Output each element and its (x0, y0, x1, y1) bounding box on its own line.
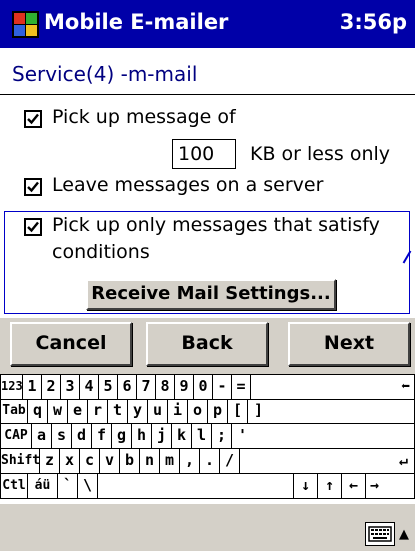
key[interactable]: ' (232, 424, 415, 449)
key[interactable]: z (40, 449, 60, 474)
soft-keyboard: 123 1 2 3 4 5 6 7 8 9 0 - = ⬅ Tab q w e … (0, 374, 415, 504)
key[interactable]: ] (248, 399, 415, 424)
key[interactable]: 8 (156, 375, 175, 400)
key[interactable]: e (68, 399, 88, 424)
clock[interactable]: 3:56p (340, 10, 407, 34)
key[interactable]: l (192, 424, 212, 449)
key[interactable]: 0 (194, 375, 213, 400)
left-arrow-key[interactable]: ← (342, 474, 366, 499)
key[interactable]: o (188, 399, 208, 424)
key[interactable]: n (140, 449, 160, 474)
key[interactable]: j (152, 424, 172, 449)
key[interactable]: c (80, 449, 100, 474)
header-divider (0, 94, 415, 95)
key[interactable]: r (88, 399, 108, 424)
key[interactable]: . (200, 449, 220, 474)
key-caps[interactable]: CAP (0, 424, 32, 449)
conditions-label-line2[interactable]: conditions (52, 241, 150, 263)
key[interactable]: k (172, 424, 192, 449)
keyboard-row-4: Shift z x c v b n m , . / ↵ (0, 449, 415, 475)
key[interactable]: s (52, 424, 72, 449)
key[interactable]: f (92, 424, 112, 449)
key[interactable]: q (28, 399, 48, 424)
pickup-size-suffix: KB or less only (250, 143, 391, 165)
key[interactable]: v (100, 449, 120, 474)
key[interactable]: 4 (80, 375, 99, 400)
key[interactable]: h (132, 424, 152, 449)
pickup-size-label[interactable]: Pick up message of (52, 106, 236, 128)
key[interactable]: 5 (99, 375, 118, 400)
key[interactable]: 9 (175, 375, 194, 400)
key[interactable]: d (72, 424, 92, 449)
key[interactable]: w (48, 399, 68, 424)
backspace-key[interactable]: ⬅ (251, 375, 415, 400)
leave-on-server-checkbox[interactable] (24, 178, 42, 196)
key[interactable]: 7 (137, 375, 156, 400)
key[interactable]: u (148, 399, 168, 424)
conditions-label-line1[interactable]: Pick up only messages that satisfy (52, 214, 380, 236)
key-shift[interactable]: Shift (0, 449, 40, 474)
keyboard-icon[interactable] (365, 522, 395, 546)
key[interactable]: i (168, 399, 188, 424)
key[interactable]: ` (58, 474, 78, 499)
cancel-button[interactable]: Cancel (10, 322, 132, 366)
key[interactable]: x (60, 449, 80, 474)
key[interactable]: g (112, 424, 132, 449)
back-button[interactable]: Back (146, 322, 268, 366)
key[interactable]: \ (78, 474, 98, 499)
key[interactable]: 6 (118, 375, 137, 400)
key-tab[interactable]: Tab (0, 399, 28, 424)
key[interactable]: / (220, 449, 240, 474)
checkmark-icon (27, 221, 39, 233)
key[interactable]: = (232, 375, 251, 400)
conditions-checkbox[interactable] (24, 218, 42, 236)
receive-mail-settings-button[interactable]: Receive Mail Settings... (86, 279, 336, 310)
key[interactable]: m (160, 449, 180, 474)
key[interactable]: [ (228, 399, 248, 424)
enter-key[interactable]: ↵ (240, 449, 415, 474)
up-arrow-icon[interactable]: ▲ (399, 527, 409, 542)
next-button[interactable]: Next (288, 322, 410, 366)
key-intl[interactable]: áü (28, 474, 58, 499)
leave-on-server-label[interactable]: Leave messages on a server (52, 174, 323, 196)
keyboard-row-1: 123 1 2 3 4 5 6 7 8 9 0 - = ⬅ (0, 374, 415, 401)
title-bar: Mobile E-mailer 3:56p (0, 0, 415, 48)
key[interactable]: a (32, 424, 52, 449)
key[interactable]: , (180, 449, 200, 474)
key-123[interactable]: 123 (0, 375, 23, 400)
focus-marker (402, 250, 412, 264)
right-arrow-key[interactable]: → (366, 474, 415, 499)
keyboard-row-3: CAP a s d f g h j k l ; ' (0, 424, 415, 450)
pickup-size-input[interactable]: 100 (172, 139, 236, 169)
key[interactable]: y (128, 399, 148, 424)
keyboard-row-2: Tab q w e r t y u i o p [ ] (0, 399, 415, 425)
spacebar-key[interactable] (98, 474, 294, 499)
pickup-size-checkbox[interactable] (24, 110, 42, 128)
key[interactable]: p (208, 399, 228, 424)
windows-flag-icon[interactable] (12, 11, 39, 38)
key-ctrl[interactable]: Ctl (0, 474, 28, 499)
key[interactable]: t (108, 399, 128, 424)
keyboard-row-5: Ctl áü ` \ ↓ ↑ ← → (0, 474, 415, 500)
key[interactable]: 2 (42, 375, 61, 400)
app-title: Mobile E-mailer (44, 10, 229, 34)
checkmark-icon (27, 181, 39, 193)
key[interactable]: ; (212, 424, 232, 449)
up-arrow-key[interactable]: ↑ (318, 474, 342, 499)
page-title: Service(4) -m-mail (12, 62, 198, 86)
key[interactable]: b (120, 449, 140, 474)
key[interactable]: - (213, 375, 232, 400)
down-arrow-key[interactable]: ↓ (294, 474, 318, 499)
key[interactable]: 1 (23, 375, 42, 400)
key[interactable]: 3 (61, 375, 80, 400)
checkmark-icon (27, 113, 39, 125)
